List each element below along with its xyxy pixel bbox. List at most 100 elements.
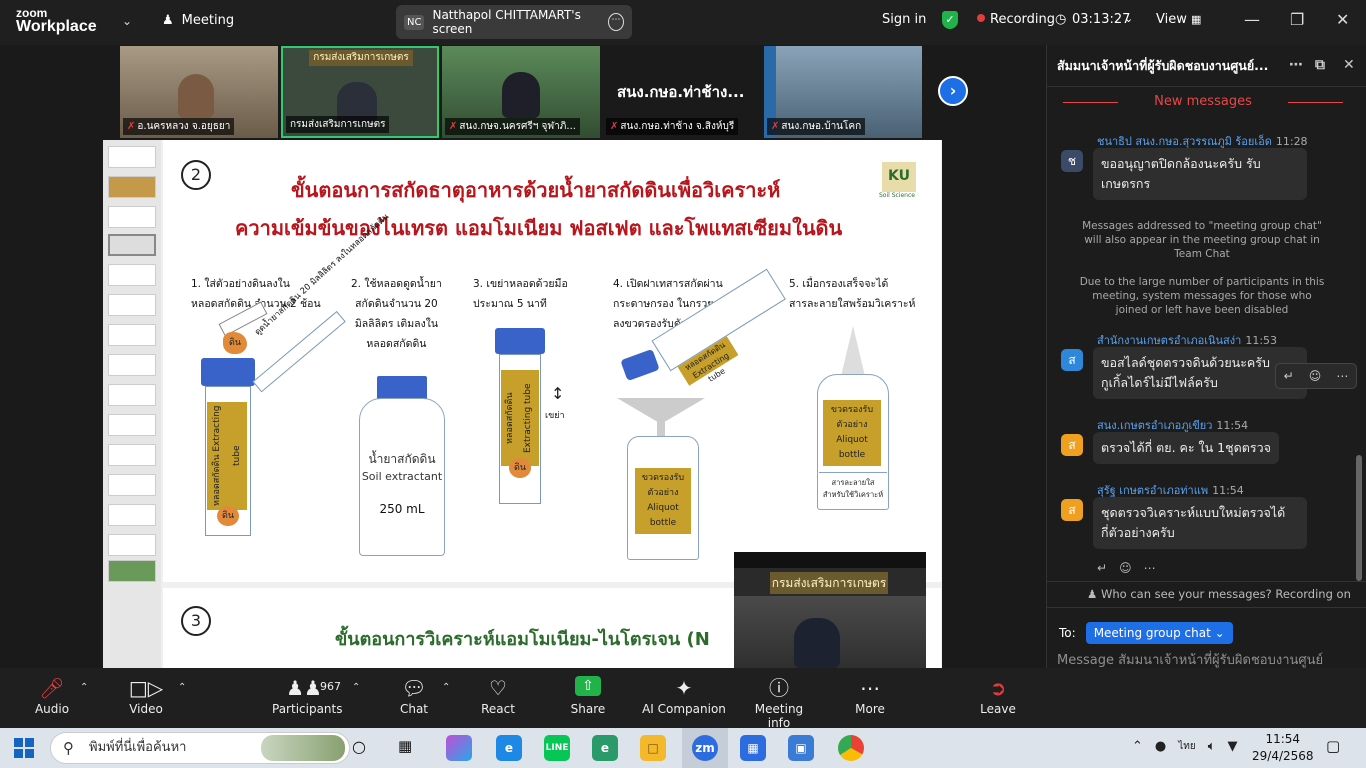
input-language-indicator[interactable]: ไทย [1178, 739, 1195, 754]
maximize-icon[interactable]: ❐ [1290, 10, 1304, 29]
person-icon: ♟ [1087, 587, 1098, 601]
recording-indicator[interactable]: Recording [977, 12, 1055, 27]
slide-thumb[interactable] [108, 560, 156, 582]
chevron-down-icon[interactable]: ⌄ [1124, 12, 1133, 25]
slide-thumb[interactable] [108, 176, 156, 198]
who-can-see-link[interactable]: ♟ Who can see your messages? Recording o… [1087, 587, 1351, 601]
slide-thumb[interactable] [108, 504, 156, 526]
microphone-icon[interactable]: ● [1155, 739, 1166, 754]
emoji-icon[interactable]: ☺ [1119, 561, 1132, 575]
zoom-app-icon[interactable]: zm [692, 735, 718, 761]
chrome-icon[interactable] [838, 735, 864, 761]
chat-panel: สัมมนาเจ้าหน้าที่ผู้รับผิดชอบงานศูนย์...… [1046, 45, 1366, 716]
more-icon[interactable]: ⋯ [1144, 561, 1156, 575]
avatar[interactable]: ส [1061, 499, 1083, 521]
task-view-icon[interactable]: ▦ [398, 737, 412, 755]
slide-thumb[interactable] [108, 146, 156, 168]
more-icon[interactable]: ⋯ [1336, 369, 1348, 383]
edge-icon[interactable]: e [496, 735, 522, 761]
reply-icon[interactable]: ↵ [1284, 369, 1294, 383]
windows-start-icon[interactable] [14, 738, 34, 758]
slide-thumb[interactable] [108, 384, 156, 406]
taskbar-search[interactable]: ⚲ พิมพ์ที่นี่เพื่อค้นหา [50, 732, 350, 764]
recipient-row: To: Meeting group chat ⌄ [1059, 622, 1233, 644]
next-page-button[interactable]: › [938, 76, 968, 106]
slide-thumb[interactable] [108, 324, 156, 346]
react-button[interactable]: ♡ React [478, 668, 518, 728]
step-5-text: 5. เมื่อกรองเสร็จจะได้ สารละลายใสพร้อมวิ… [789, 278, 916, 310]
emoji-icon[interactable]: ☺ [1309, 369, 1322, 383]
slide-thumb[interactable] [108, 474, 156, 496]
video-camera-icon: □▷ [128, 676, 164, 700]
slide-thumb[interactable] [108, 444, 156, 466]
chat-message[interactable]: ชุดตรวจวิเคราะห์แบบใหม่ตรวจได้ กี่ตัวอย่… [1093, 497, 1307, 549]
share-arrow-icon: ⇧ [575, 676, 601, 696]
info-icon: ⓘ [769, 676, 789, 700]
participants-button[interactable]: ♟♟ Participants [272, 668, 343, 728]
participant-video[interactable]: ✗ อ.นครหลวง จ.อยุธยา [120, 46, 278, 138]
participant-video[interactable]: สนง.กษอ.ท่าช้าง... ✗ สนง.กษอ.ท่าช้าง จ.สิ… [603, 46, 761, 138]
pop-out-icon[interactable]: ⧉ [1315, 57, 1325, 73]
slide-thumb[interactable] [108, 534, 156, 556]
recipient-dropdown[interactable]: Meeting group chat ⌄ [1085, 622, 1233, 644]
bottle-cap [377, 376, 427, 400]
cortana-icon[interactable]: ○ [352, 737, 366, 756]
participant-video-active[interactable]: กรมส่งเสริมการเกษตร กรมส่งเสริมการเกษตร [281, 46, 439, 138]
tube-cap [201, 358, 255, 386]
chevron-up-icon[interactable]: ⌃ [442, 682, 450, 693]
slide-thumb[interactable] [108, 294, 156, 316]
avatar[interactable]: ช [1061, 150, 1083, 172]
calendar-icon[interactable]: ▦ [740, 735, 766, 761]
ai-companion-button[interactable]: ✦ AI Companion [642, 668, 726, 728]
video-button[interactable]: □▷ Video [124, 668, 168, 728]
slide-thumb[interactable] [108, 206, 156, 228]
view-button[interactable]: View ▦ [1156, 12, 1201, 27]
filter-funnel [617, 398, 705, 424]
reply-icon[interactable]: ↵ [1097, 561, 1107, 575]
speaker-video[interactable]: กรมส่งเสริมการเกษตร [734, 552, 926, 668]
edge-profile-icon[interactable]: e [592, 735, 618, 761]
close-icon[interactable]: ✕ [1343, 57, 1355, 73]
wifi-icon[interactable]: ▼ [1228, 739, 1238, 754]
chevron-up-icon[interactable]: ⌃ [80, 682, 88, 693]
share-button[interactable]: ⇧ Share [566, 668, 610, 728]
more-icon[interactable]: ⋯ [1289, 57, 1303, 73]
slide-thumb[interactable] [108, 264, 156, 286]
minimize-icon[interactable]: — [1244, 10, 1260, 29]
leave-button[interactable]: ➲ Leave [978, 668, 1018, 728]
chat-scrollbar[interactable] [1356, 455, 1362, 581]
avatar[interactable]: ส [1061, 434, 1083, 456]
slide-thumb[interactable] [108, 414, 156, 436]
meeting-info-button[interactable]: ⓘ Meeting info [744, 668, 814, 730]
mic-muted-icon: ✗ [610, 121, 619, 132]
more-button[interactable]: ⋯ More [850, 668, 890, 728]
slide-thumb-selected[interactable] [108, 234, 156, 256]
chat-message[interactable]: ตรวจได้กี่ ตย. คะ ใน 1ชุดตรวจ [1093, 432, 1279, 464]
shield-icon[interactable]: ✓ [942, 11, 958, 29]
chevron-down-icon[interactable]: ⌄ [122, 14, 132, 28]
audio-button[interactable]: 🎤︎ Audio [30, 668, 74, 728]
close-icon[interactable]: ✕ [1336, 10, 1349, 29]
chevron-up-icon[interactable]: ⌃ [352, 682, 360, 693]
line-icon[interactable]: LINE [544, 735, 570, 761]
meeting-menu[interactable]: ♟ Meeting [162, 13, 234, 28]
file-explorer-icon[interactable]: □ [640, 735, 666, 761]
participant-video[interactable]: ✗ สนง.กษจ.นครศรีฯ จุฬาภิ... [442, 46, 600, 138]
copilot-icon[interactable] [446, 735, 472, 761]
chevron-up-icon[interactable]: ⌃ [178, 682, 186, 693]
notifications-icon[interactable]: ▢ [1326, 737, 1340, 755]
slide-thumb[interactable] [108, 354, 156, 376]
more-options-icon[interactable]: ⋯ [608, 13, 624, 31]
chat-message[interactable]: ขออนุญาตปิดกล้องนะครับ รับ เกษตรกร [1093, 148, 1307, 200]
system-clock[interactable]: 11:54 29/4/2568 [1252, 731, 1314, 765]
participant-video[interactable]: ✗ สนง.กษอ.บ้านโคก [764, 46, 922, 138]
news-icon[interactable]: ▣ [788, 735, 814, 761]
chat-button[interactable]: 💬︎ Chat [394, 668, 434, 728]
avatar[interactable]: ส [1061, 349, 1083, 371]
speaker-icon[interactable]: 🔈︎ [1208, 739, 1216, 754]
shake-arrow-icon: ↕ [551, 384, 565, 403]
chevron-up-icon[interactable]: ⌃ [1132, 739, 1143, 754]
system-tray: ⌃ ● ไทย 🔈︎ ▼ [1132, 739, 1238, 754]
sign-in-button[interactable]: Sign in [882, 12, 926, 27]
screen-share-indicator[interactable]: NC Natthapol CHITTAMART's screen ⋯ [396, 5, 632, 39]
